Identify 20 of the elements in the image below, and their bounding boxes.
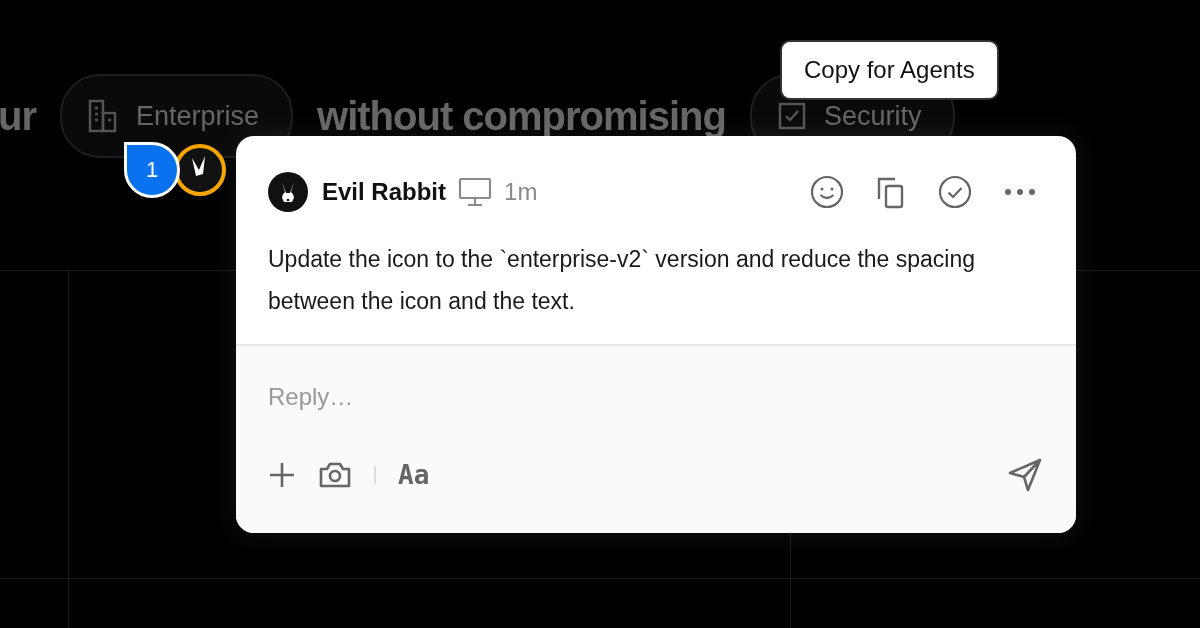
check-circle-icon[interactable] [938,175,972,209]
avatar-icon [268,172,308,212]
tooltip: Copy for Agents [780,40,999,100]
headline-text: without compromising [317,93,726,139]
camera-icon[interactable] [318,461,352,489]
more-icon[interactable] [1004,188,1036,196]
checkbox-icon [777,102,806,130]
monitor-icon [458,177,493,207]
send-icon[interactable] [1008,458,1042,492]
headline-text: ur [0,93,36,139]
timestamp: 1m [504,178,538,206]
author-name: Evil Rabbit [322,178,447,206]
building-icon [88,99,118,133]
reply-field[interactable]: Reply… [268,382,568,412]
plus-icon[interactable] [268,461,296,489]
copy-icon[interactable] [876,175,906,209]
comment-text: Update the icon to the `enterprise-v2` version and reduce the spacing between the icon and the text. [267,245,977,316]
comment-pin[interactable]: 1 [124,142,180,198]
text-format-button[interactable]: Aa [398,460,430,490]
emoji-icon[interactable] [810,175,844,209]
